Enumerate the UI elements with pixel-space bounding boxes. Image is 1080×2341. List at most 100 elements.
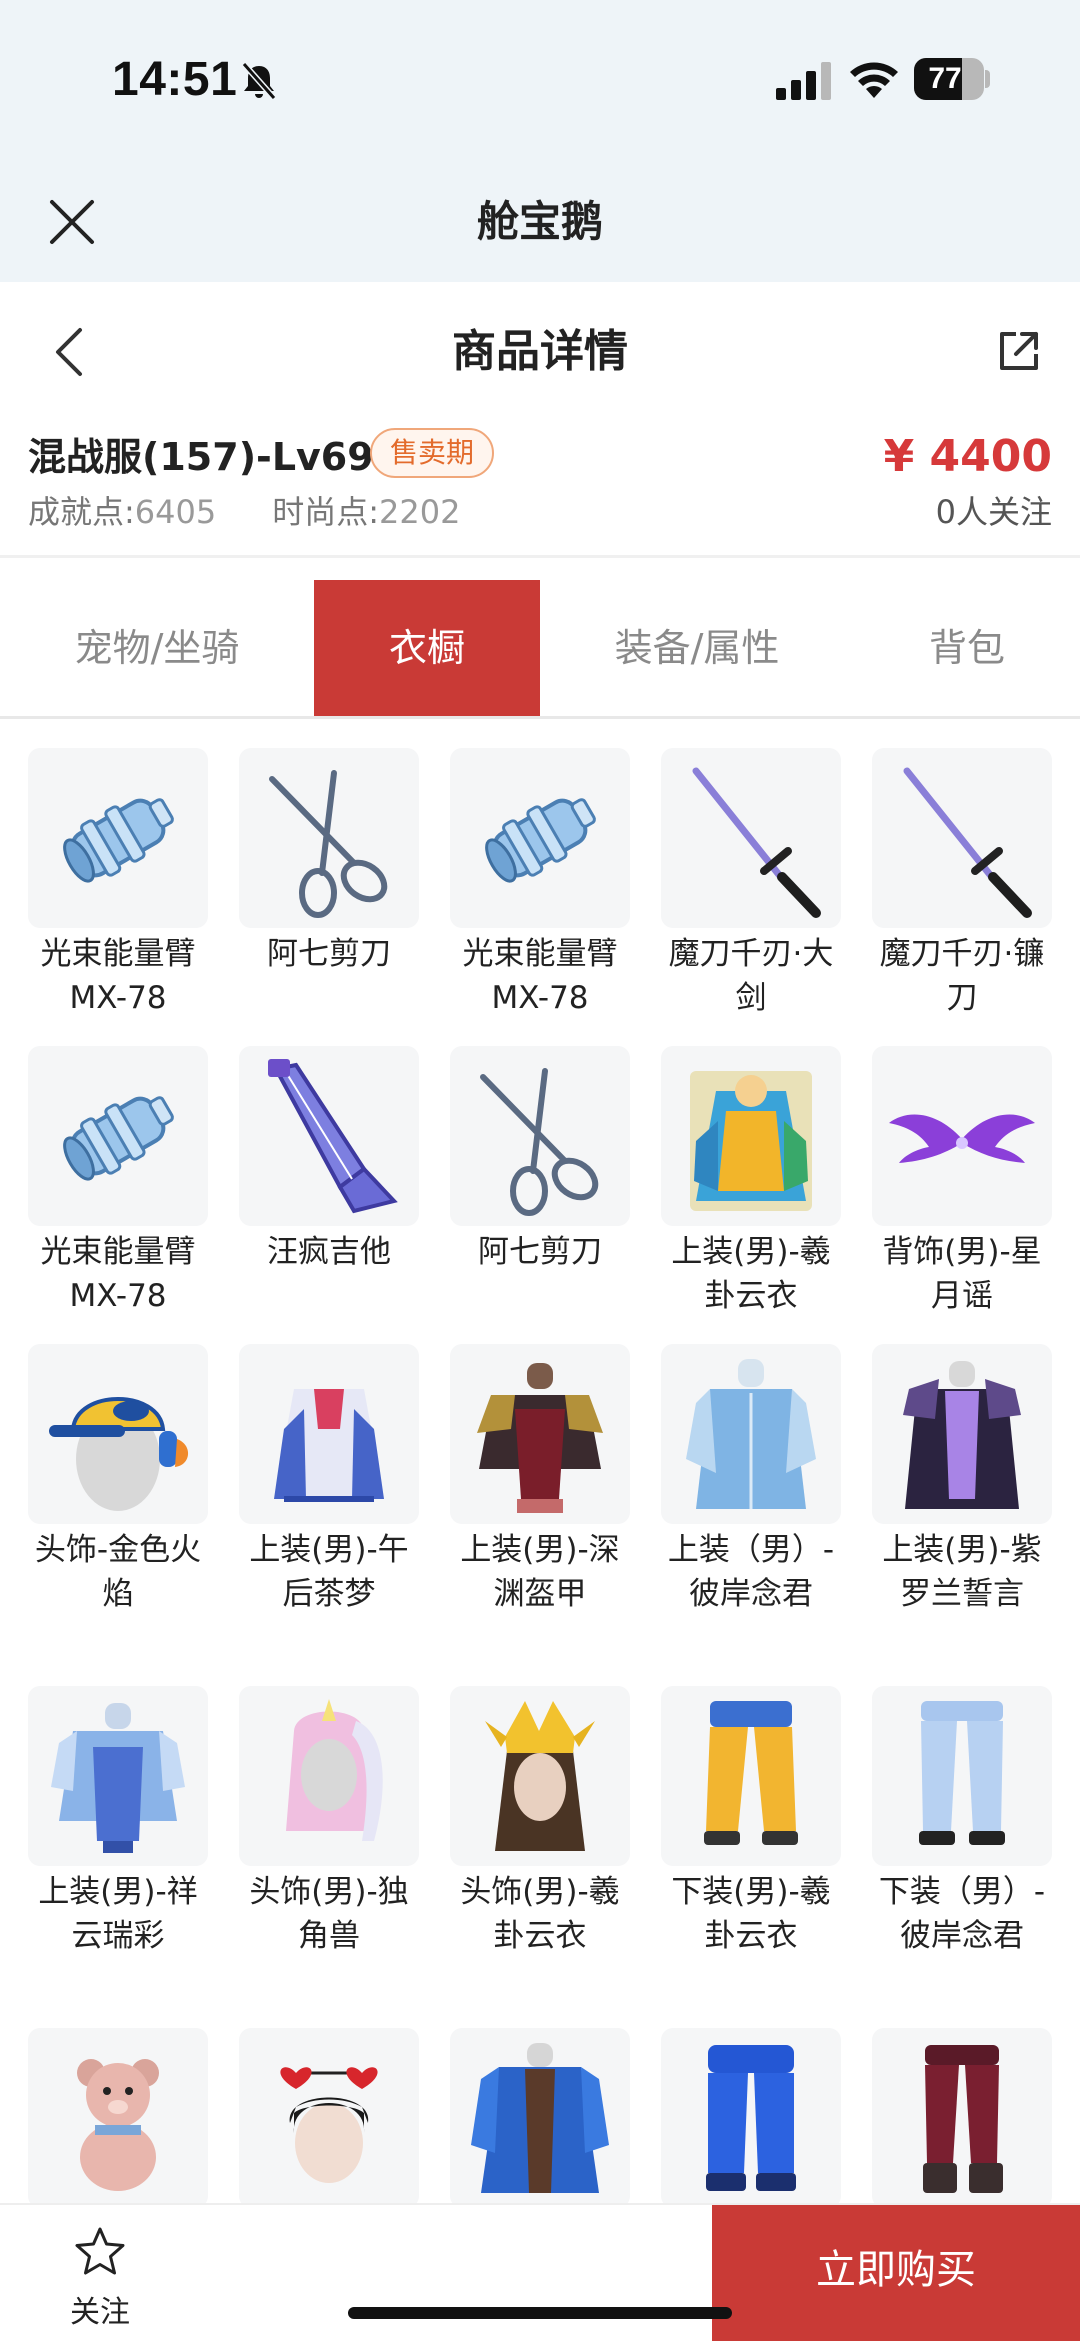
item-thumbnail (450, 1344, 630, 1524)
wardrobe-item[interactable]: 魔刀千刃·大剑 (661, 748, 841, 1046)
wardrobe-item[interactable]: 阿七剪刀 (239, 748, 419, 1046)
tab-equipment[interactable]: 装备/属性 (540, 580, 854, 716)
wardrobe-item[interactable]: 汪疯吉他 (239, 1046, 419, 1344)
bell-muted-icon (241, 62, 277, 100)
item-thumbnail (28, 748, 208, 928)
achievement-value: 6405 (134, 493, 217, 531)
star-icon (75, 2227, 125, 2275)
section-divider (0, 555, 1080, 558)
item-thumbnail (239, 2028, 419, 2208)
follow-button[interactable]: 关注 (50, 2225, 150, 2335)
wings-icon (889, 1114, 1035, 1163)
wardrobe-item[interactable]: 头饰(男)-独角兽 (239, 1686, 419, 2028)
unicorn-head-icon (286, 1699, 383, 1841)
tab-pets-mounts[interactable]: 宠物/坐骑 (0, 580, 314, 716)
share-icon[interactable] (996, 328, 1042, 374)
item-thumbnail (872, 1046, 1052, 1226)
item-label: 光束能量臂MX-78 (462, 936, 618, 1016)
pants-blue-icon (919, 1701, 1005, 1845)
item-label: 上装(男)-午后茶梦 (249, 1532, 409, 1612)
wardrobe-item[interactable]: 阿七剪刀 (450, 1046, 630, 1344)
wardrobe-item[interactable]: 光束能量臂MX-78 (28, 748, 208, 1046)
arm-cannon-icon (63, 1096, 174, 1181)
coat-icon (903, 1361, 1021, 1509)
wardrobe-item[interactable]: 下装(男)-羲卦云衣 (661, 1686, 841, 2028)
page-title: 商品详情 (452, 326, 628, 377)
top-area: 14:51 77 舱宝鹅 (0, 0, 1080, 282)
wardrobe-item[interactable]: 头饰-金色火焰 (28, 1344, 208, 1686)
fashion-value: 2202 (379, 493, 461, 531)
wardrobe-item[interactable]: 上装(男)-深渊盔甲 (450, 1344, 630, 1686)
item-thumbnail (872, 1344, 1052, 1524)
item-thumbnail (28, 1046, 208, 1226)
tab-bar: 宠物/坐骑 衣橱 装备/属性 背包 (0, 580, 1080, 716)
wardrobe-item[interactable]: 光束能量臂MX-78 (450, 748, 630, 1046)
costume-icon (690, 1071, 812, 1211)
arm-cannon-icon (63, 798, 174, 883)
follower-count: 0人关注 (935, 493, 1052, 531)
item-label: 上装(男)-祥云瑞彩 (38, 1874, 198, 1954)
wardrobe-item[interactable]: 上装(男)-羲卦云衣 (661, 1046, 841, 1344)
item-thumbnail (450, 1046, 630, 1226)
wardrobe-item[interactable]: 上装(男)-祥云瑞彩 (28, 1686, 208, 2028)
item-label: 光束能量臂MX-78 (40, 936, 196, 1016)
item-thumbnail (28, 2028, 208, 2208)
product-info: 混战服(157)-Lv69 售卖期 ¥ 4400 成就点:6405 时尚点:220… (0, 410, 1080, 555)
item-thumbnail (450, 748, 630, 928)
item-thumbnail (239, 1686, 419, 1866)
item-thumbnail (239, 748, 419, 928)
item-label: 魔刀千刃·大剑 (668, 936, 834, 1016)
home-indicator (348, 2307, 732, 2319)
wardrobe-item[interactable]: 背饰(男)-星月谣 (872, 1046, 1052, 1344)
tab-backpack[interactable]: 背包 (854, 580, 1080, 716)
item-label: 下装(男)-羲卦云衣 (671, 1874, 831, 1954)
heart-head-icon (280, 2067, 378, 2183)
achievement-label: 成就点: (28, 493, 135, 531)
item-thumbnail (872, 748, 1052, 928)
guitar-icon (268, 1059, 398, 1214)
item-thumbnail (450, 2028, 630, 2208)
wardrobe-item[interactable]: 上装（男）-彼岸念君 (661, 1344, 841, 1686)
item-label: 头饰(男)-羲卦云衣 (460, 1874, 620, 1954)
item-thumbnail (872, 1686, 1052, 1866)
item-label: 汪疯吉他 (267, 1234, 391, 1270)
item-label: 阿七剪刀 (478, 1234, 602, 1270)
cap-head-icon (49, 1397, 189, 1511)
wardrobe-item[interactable]: 光束能量臂MX-78 (28, 1046, 208, 1344)
status-bar: 14:51 77 (0, 0, 1080, 160)
wardrobe-item[interactable]: 上装(男)-紫罗兰誓言 (872, 1344, 1052, 1686)
fashion-label: 时尚点: (272, 493, 380, 531)
robe-blue-icon (471, 2043, 609, 2193)
tab-underline (0, 716, 1080, 719)
sword-icon (692, 767, 821, 918)
wardrobe-item[interactable]: 上装(男)-午后茶梦 (239, 1344, 419, 1686)
wardrobe-item[interactable]: 魔刀千刃·镰刀 (872, 748, 1052, 1046)
item-label: 光束能量臂MX-78 (40, 1234, 196, 1314)
arm-cannon-icon (485, 798, 596, 883)
wardrobe-item[interactable]: 下装（男）-彼岸念君 (872, 1686, 1052, 2028)
wardrobe-item[interactable]: 头饰(男)-羲卦云衣 (450, 1686, 630, 2028)
bottom-bar: 关注 立即购买 (0, 2203, 1080, 2341)
item-label: 上装(男)-深渊盔甲 (460, 1532, 620, 1612)
sword-icon (903, 767, 1032, 918)
robe-icon (686, 1359, 816, 1509)
crown-head-icon (485, 1701, 595, 1851)
signal-icon (776, 62, 831, 100)
item-thumbnail (239, 1344, 419, 1524)
item-label: 魔刀千刃·镰刀 (879, 936, 1045, 1016)
wardrobe-grid: 光束能量臂MX-78 阿七剪刀 光束能量臂MX-78 魔刀千刃·大剑 魔刀千刃·镰刀 光束… (28, 748, 1052, 2328)
page-header: 商品详情 (0, 282, 1080, 422)
tab-wardrobe[interactable]: 衣橱 (314, 580, 540, 716)
status-badge: 售卖期 (370, 428, 495, 478)
wifi-icon (850, 62, 898, 98)
item-label: 背饰(男)-星月谣 (882, 1234, 1042, 1314)
buy-now-button[interactable]: 立即购买 (712, 2205, 1080, 2341)
item-thumbnail (239, 1046, 419, 1226)
scissors-icon (269, 770, 388, 918)
armor-blue-icon (51, 1703, 185, 1853)
cape-icon (274, 1389, 384, 1502)
armor-icon (477, 1363, 603, 1513)
item-thumbnail (661, 2028, 841, 2208)
item-thumbnail (28, 1686, 208, 1866)
item-thumbnail (28, 1344, 208, 1524)
